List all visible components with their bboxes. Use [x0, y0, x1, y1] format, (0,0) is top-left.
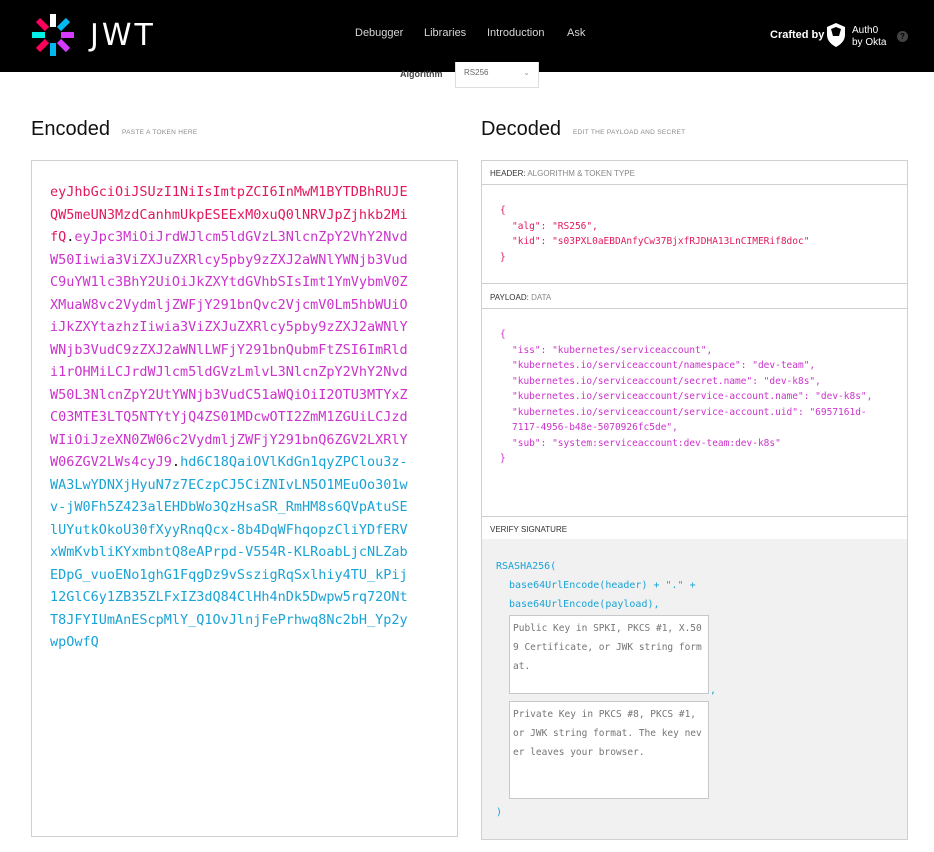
- nav-ask[interactable]: Ask: [567, 27, 585, 39]
- divider: [482, 283, 907, 284]
- json-line: "kubernetes.io/serviceaccount/service-ac…: [512, 391, 873, 402]
- signature-function: RSASHA256(: [496, 561, 557, 572]
- auth0-shield-icon[interactable]: [826, 22, 846, 48]
- algorithm-label: Algorithm: [400, 69, 443, 79]
- verify-signature-area: RSASHA256( base64UrlEncode(header) + "."…: [482, 539, 907, 839]
- algorithm-value: RS256: [464, 68, 489, 77]
- json-line: "kubernetes.io/serviceaccount/service-ac…: [512, 406, 867, 434]
- token-separator: .: [171, 454, 181, 470]
- brand-name[interactable]: JWT: [90, 18, 156, 53]
- public-key-input[interactable]: [509, 615, 709, 694]
- auth0-okta-link[interactable]: Auth0 by Okta: [852, 25, 886, 49]
- json-line-kid: "kid": "s03PXL0aEBDAnfyCw37BjxfRJDHA13Ln…: [512, 236, 810, 247]
- encoded-title: Encoded: [31, 118, 110, 140]
- chevron-down-icon: ⌄: [523, 68, 530, 77]
- json-line: "iss": "kubernetes/serviceaccount",: [512, 344, 713, 356]
- decoded-title: Decoded: [481, 118, 562, 140]
- header-section-label: HEADER:: [490, 169, 526, 178]
- json-line: "kubernetes.io/serviceaccount/namespace"…: [512, 360, 816, 371]
- json-line: "sub": "system:serviceaccount:dev-team:d…: [512, 437, 781, 449]
- signature-close-paren: ): [496, 807, 503, 818]
- json-close-brace: }: [500, 251, 506, 263]
- token-signature-part: hd6C18QaiOVlKdGn1qyZPClou3z-WA3LwYDNXjHy…: [50, 454, 408, 650]
- encoded-token-input[interactable]: eyJhbGciOiJSUzI1NiIsImtpZCI6InMwM1BYTDBh…: [31, 160, 458, 837]
- encoded-token-text[interactable]: eyJhbGciOiJSUzI1NiIsImtpZCI6InMwM1BYTDBh…: [50, 181, 410, 654]
- json-line: "kubernetes.io/serviceaccount/secret.nam…: [512, 375, 821, 387]
- nav-libraries[interactable]: Libraries: [424, 27, 466, 39]
- payload-json-editor[interactable]: { "iss": "kubernetes/serviceaccount", "k…: [500, 327, 890, 467]
- json-value: "s03PXL0aEBDAnfyCw37BjxfRJDHA13LnCIMERif…: [552, 236, 810, 247]
- payload-section-sublabel: DATA: [531, 293, 552, 302]
- header-json-editor[interactable]: { "alg": "RS256", "kid": "s03PXL0aEBDAnf…: [500, 203, 809, 265]
- signature-section-label: VERIFY SIGNATURE: [490, 525, 568, 534]
- nav-introduction[interactable]: Introduction: [487, 27, 544, 39]
- private-key-input[interactable]: [509, 701, 709, 799]
- header-section-title: HEADER: ALGORITHM & TOKEN TYPE: [482, 161, 907, 185]
- encoded-subtitle: PASTE A TOKEN HERE: [122, 129, 198, 136]
- partner-line-2: by Okta: [852, 37, 887, 48]
- header-section-sublabel: ALGORITHM & TOKEN TYPE: [527, 169, 635, 178]
- payload-section-title: PAYLOAD: DATA: [482, 285, 907, 309]
- crafted-by-label: Crafted by: [770, 29, 825, 41]
- jwt-logo-icon[interactable]: [30, 12, 76, 58]
- json-open-brace: {: [500, 205, 506, 216]
- nav-debugger[interactable]: Debugger: [355, 27, 403, 39]
- signature-section-title: VERIFY SIGNATURE: [482, 517, 907, 541]
- algorithm-select[interactable]: RS256 ⌄: [455, 62, 539, 88]
- json-value: "RS256": [552, 220, 593, 232]
- payload-section-label: PAYLOAD:: [490, 293, 529, 302]
- decoded-subtitle: EDIT THE PAYLOAD AND SECRET: [573, 129, 686, 136]
- signature-payload-expr: base64UrlEncode(payload),: [509, 599, 660, 610]
- json-key: "kid": [512, 236, 541, 247]
- token-payload-part: eyJpc3MiOiJrdWJlcm5ldGVzL3NlcnZpY2VhY2Nv…: [50, 229, 408, 470]
- help-icon[interactable]: ?: [897, 31, 908, 42]
- signature-header-expr: base64UrlEncode(header) + "." +: [509, 580, 696, 591]
- json-open-brace: {: [500, 329, 506, 340]
- json-close-brace: }: [500, 453, 506, 464]
- partner-line-1: Auth0: [852, 25, 879, 36]
- decoded-panel: HEADER: ALGORITHM & TOKEN TYPE { "alg": …: [481, 160, 908, 840]
- signature-comma: ,: [710, 685, 717, 696]
- json-key: "alg": [512, 220, 541, 232]
- json-line-alg: "alg": "RS256",: [512, 220, 598, 232]
